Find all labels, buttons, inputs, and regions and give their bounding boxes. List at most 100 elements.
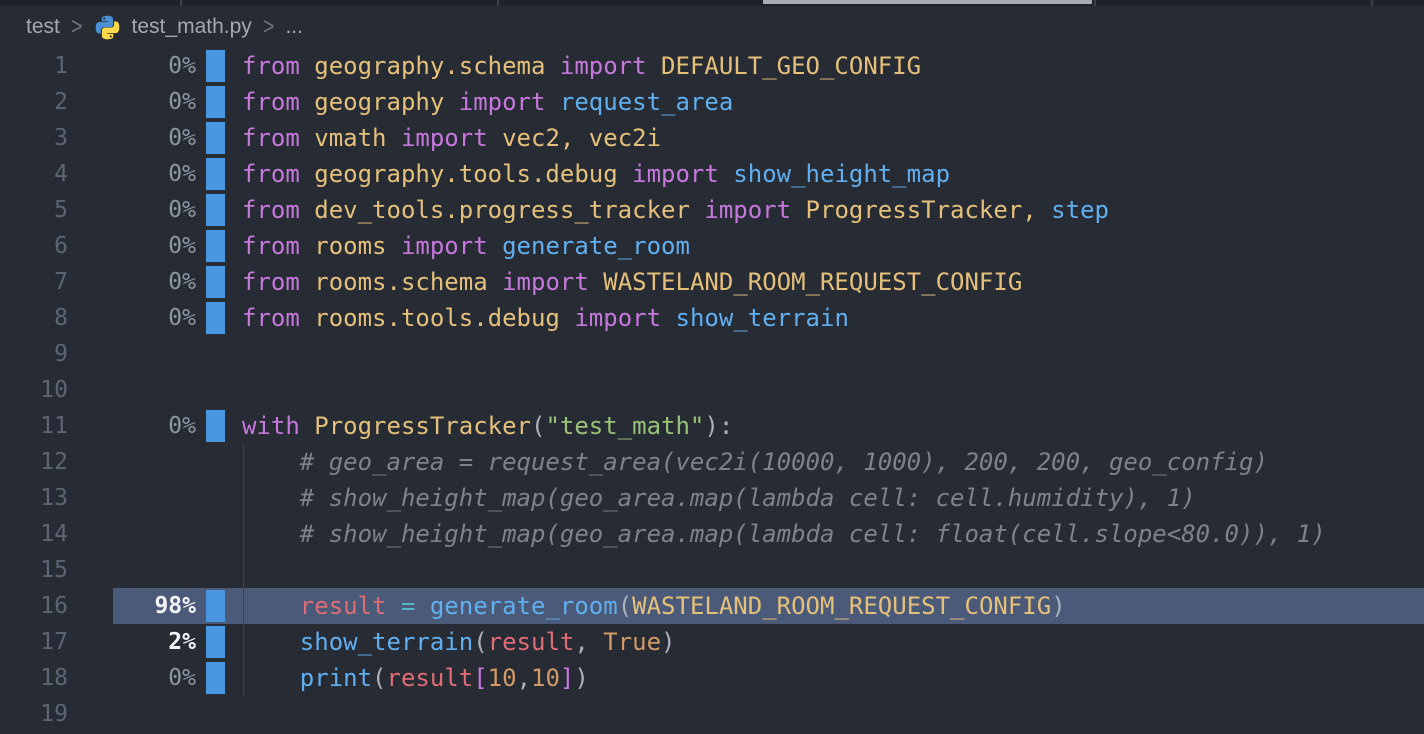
code-token: vmath [300,124,387,152]
code-token: rooms.tools.debug [300,304,560,332]
line-number[interactable]: 13 [0,480,68,516]
breadcrumb-folder[interactable]: test [26,15,60,39]
code-text[interactable]: # show_height_map(geo_area.map(lambda ce… [242,516,1326,552]
code-text[interactable]: from dev_tools.progress_tracker import P… [242,192,1109,228]
line-number[interactable]: 8 [0,300,68,336]
code-token: 10 [488,664,517,692]
breadcrumb-symbol-more[interactable]: ... [285,15,303,39]
coverage-bar [206,194,225,226]
line-number[interactable]: 14 [0,516,68,552]
code-token: ) [1051,592,1065,620]
code-token: "test_math" [545,412,704,440]
coverage-percent: 0% [96,120,196,156]
line-number[interactable]: 7 [0,264,68,300]
code-token: geography.schema [300,52,546,80]
coverage-bar [206,50,225,82]
code-line[interactable]: 60%from rooms import generate_room [0,228,1424,264]
code-token: , [574,628,603,656]
line-number[interactable]: 19 [0,696,68,732]
code-line[interactable]: 10%from geography.schema import DEFAULT_… [0,48,1424,84]
code-text[interactable]: # show_height_map(geo_area.map(lambda ce… [242,480,1196,516]
code-line[interactable]: 9 [0,336,1424,372]
code-token: vec2, vec2i [488,124,661,152]
breadcrumb-file[interactable]: test_math.py [132,15,252,39]
coverage-percent: 0% [96,408,196,444]
line-number[interactable]: 11 [0,408,68,444]
code-token: ( [618,592,632,620]
code-line[interactable]: 13 # show_height_map(geo_area.map(lambda… [0,480,1424,516]
code-line[interactable]: 19 [0,696,1424,732]
code-line[interactable]: 15 [0,552,1424,588]
code-text[interactable]: # geo_area = request_area(vec2i(10000, 1… [242,444,1268,480]
code-line[interactable]: 12 # geo_area = request_area(vec2i(10000… [0,444,1424,480]
code-text[interactable]: from vmath import vec2, vec2i [242,120,661,156]
code-line[interactable]: 11 0% with ProgressTracker("test_math"): [0,408,1424,444]
chevron-right-icon: > [263,13,275,42]
chevron-right-icon: > [71,13,83,42]
code-line[interactable]: 8 0% from rooms.tools.debug import show_te… [0,300,1424,336]
code-token: 10 [531,664,560,692]
coverage-bar [206,590,225,622]
code-text[interactable]: result = generate_room(WASTELAND_ROOM_RE… [242,588,1066,624]
coverage-percent: 0% [96,300,196,336]
code-token: with [242,412,300,440]
line-number[interactable]: 3 [0,120,68,156]
line-number[interactable]: 9 [0,336,68,372]
code-token: # show_height_map(geo_area.map(lambda ce… [242,484,1196,512]
line-number[interactable]: 10 [0,372,68,408]
coverage-bar [206,122,225,154]
code-line[interactable]: 14 # show_height_map(geo_area.map(lambda… [0,516,1424,552]
code-token: WASTELAND_ROOM_REQUEST_CONFIG [589,268,1022,296]
coverage-bar [206,230,225,262]
code-line[interactable]: 70%from rooms.schema import WASTELAND_RO… [0,264,1424,300]
line-number[interactable]: 17 [0,624,68,660]
code-text[interactable]: with ProgressTracker("test_math"): [242,408,733,444]
code-token: result [300,592,387,620]
line-number[interactable]: 4 [0,156,68,192]
coverage-percent: 0% [96,660,196,696]
code-token: ) [574,664,588,692]
line-number[interactable]: 16 [0,588,68,624]
code-token: ( [531,412,545,440]
code-text[interactable]: show_terrain(result, True) [242,624,676,660]
line-number[interactable]: 6 [0,228,68,264]
code-text[interactable]: from rooms import generate_room [242,228,690,264]
code-text[interactable]: from geography.tools.debug import show_h… [242,156,950,192]
code-token [242,628,300,656]
code-line[interactable]: 1698% result = generate_room(WASTELAND_R… [0,588,1424,624]
line-number[interactable]: 18 [0,660,68,696]
coverage-bar [206,86,225,118]
breadcrumb: test > test_math.py > ... [0,6,1424,48]
code-token: rooms [300,232,387,260]
tab-scrollbar[interactable] [763,0,1092,4]
line-number[interactable]: 1 [0,48,68,84]
code-line[interactable]: 172% show_terrain(result, True) [0,624,1424,660]
line-number[interactable]: 2 [0,84,68,120]
indent-guide [243,552,244,588]
code-line[interactable]: 18 0% print(result[10,10]) [0,660,1424,696]
editor-window: { "colors": { "bg": "#272b34", "strip": … [0,0,1424,734]
code-token: request_area [545,88,733,116]
code-line[interactable]: 50%from dev_tools.progress_tracker impor… [0,192,1424,228]
code-token: geography [300,88,445,116]
code-text[interactable]: from rooms.schema import WASTELAND_ROOM_… [242,264,1022,300]
code-text[interactable]: from geography.schema import DEFAULT_GEO… [242,48,921,84]
coverage-bar [206,158,225,190]
code-text[interactable]: from rooms.tools.debug import show_terra… [242,300,849,336]
code-text[interactable]: from geography import request_area [242,84,733,120]
line-number[interactable]: 5 [0,192,68,228]
code-line[interactable]: 10 [0,372,1424,408]
line-number[interactable]: 12 [0,444,68,480]
code-token: # show_height_map(geo_area.map(lambda ce… [242,520,1326,548]
code-token: rooms.schema [300,268,488,296]
code-area[interactable]: 1 0% from geography.schema import DEFAULT_… [0,48,1424,732]
tab-divider [180,0,182,6]
code-line[interactable]: 40%from geography.tools.debug import sho… [0,156,1424,192]
line-number[interactable]: 15 [0,552,68,588]
code-line[interactable]: 3 0% from vmath import vec2, vec2i [0,120,1424,156]
code-token: = [401,592,415,620]
code-token: from [242,196,300,224]
code-text[interactable]: print(result[10,10]) [242,660,589,696]
code-token [242,592,300,620]
code-line[interactable]: 20%from geography import request_area [0,84,1424,120]
